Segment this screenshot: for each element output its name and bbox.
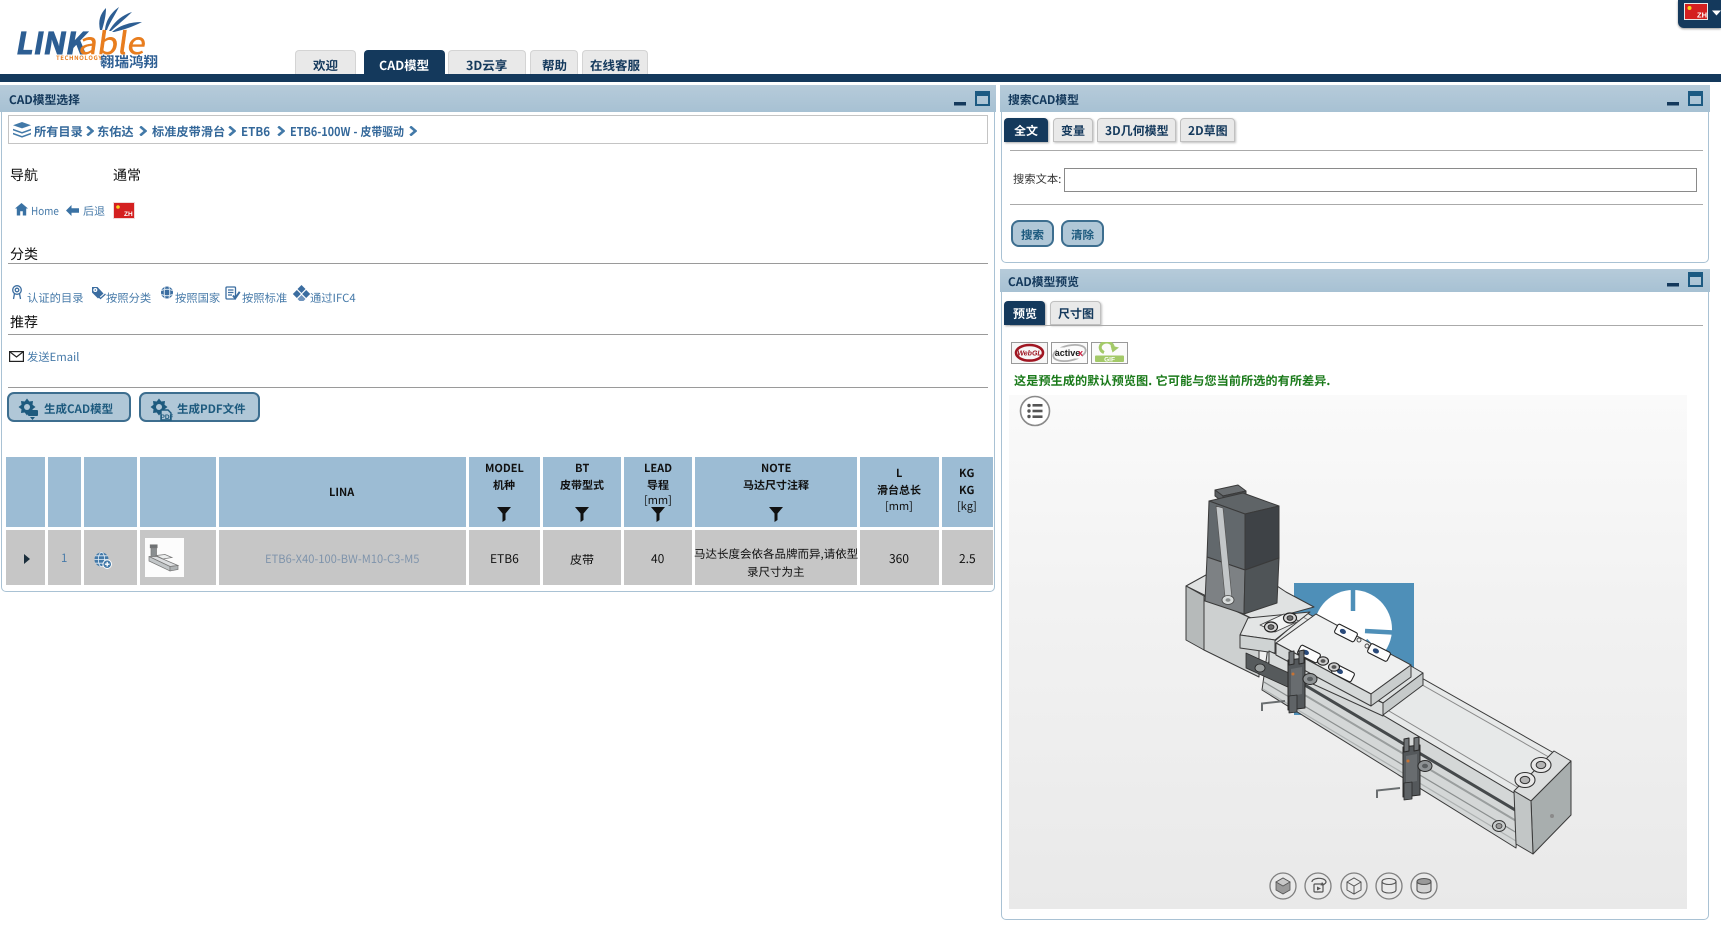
svg-text:ZH: ZH — [1697, 11, 1707, 20]
svg-text:active: active — [1055, 348, 1081, 358]
svg-text:PDF: PDF — [161, 414, 174, 421]
svg-text:GIF: GIF — [1104, 357, 1115, 364]
svg-text:WebGL: WebGL — [1017, 351, 1041, 358]
svg-text:ZH: ZH — [124, 211, 133, 218]
svg-text:x: x — [1078, 348, 1083, 358]
